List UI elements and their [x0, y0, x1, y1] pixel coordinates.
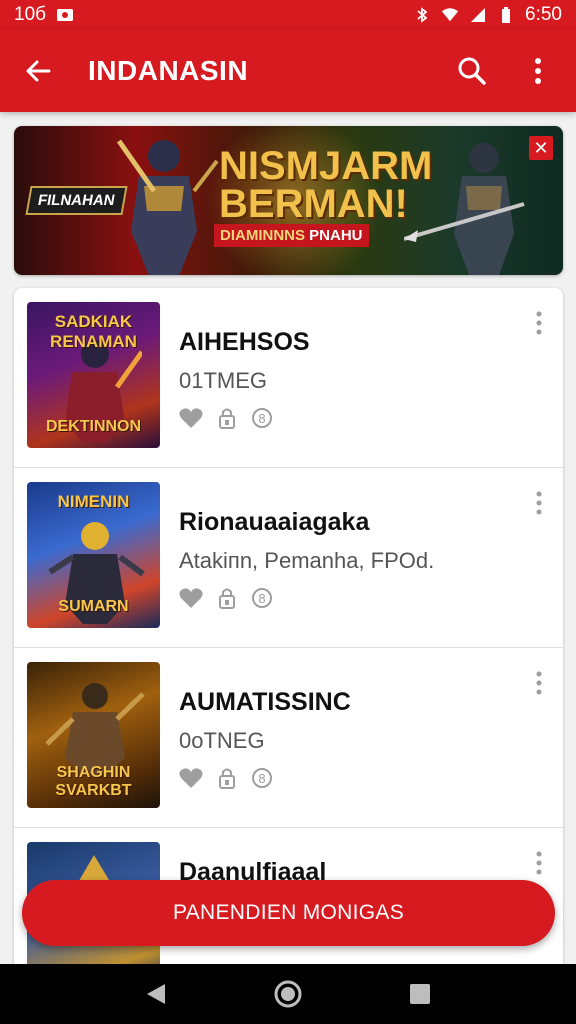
- banner-subtitle-b: PNAHU: [309, 227, 363, 244]
- banner-headline-2: BERMAN!: [219, 182, 408, 226]
- game-thumbnail: SADKIAK RENAMAN DEKTINNON: [27, 302, 160, 448]
- game-title: Rionauaaiagaka: [179, 508, 370, 536]
- thumbnail-title: SADKIAK RENAMAN: [50, 312, 137, 351]
- back-arrow-icon[interactable]: [18, 51, 58, 91]
- more-vert-icon[interactable]: [518, 51, 558, 91]
- game-meta: Atakiпn, Pemanha, FPOd.: [179, 548, 435, 573]
- rating-icon: 8: [250, 766, 274, 795]
- svg-text:8: 8: [258, 771, 265, 786]
- rating-icon: 8: [250, 586, 274, 615]
- more-vert-icon[interactable]: [527, 488, 551, 518]
- page-title: INDANASIN: [88, 55, 249, 86]
- banner-subtitle-a: DIAMINNNS: [220, 227, 305, 244]
- game-title: AUMATISSINC: [179, 688, 351, 716]
- list-item[interactable]: SHAGHIN SVARKBT AUMATISSINC 0oTNEG 8: [14, 648, 563, 828]
- close-icon[interactable]: ✕: [529, 136, 553, 160]
- thumbnail-caption: SHAGHIN SVARKBT: [55, 764, 132, 799]
- promo-banner[interactable]: FILNAHAN NISMJARM BERMAN! DIAMINNNS PNAH…: [14, 126, 563, 275]
- game-thumbnail: NIMENIN SUMARN: [27, 482, 160, 628]
- nav-home-icon[interactable]: [268, 974, 308, 1014]
- nav-recents-icon[interactable]: [400, 974, 440, 1014]
- battery-icon: [497, 7, 515, 23]
- warrior-illustration-left: [116, 139, 219, 275]
- primary-action-button[interactable]: PANENDIEN MONIGAS: [22, 880, 555, 946]
- banner-subtitle: DIAMINNNS PNAHU: [214, 224, 369, 247]
- thumbnail-caption: DEKTINNON: [45, 418, 142, 435]
- status-bar: 10б 6:50: [0, 0, 576, 30]
- banner-tag: FILNAHAN: [25, 186, 128, 215]
- game-meta: 01TMEG: [179, 368, 268, 393]
- signal-icon: [469, 7, 487, 23]
- system-nav-bar: [0, 964, 576, 1024]
- nav-back-icon[interactable]: [136, 974, 176, 1014]
- more-vert-icon[interactable]: [527, 668, 551, 698]
- heart-icon[interactable]: [178, 586, 204, 615]
- thumbnail-title: NIMENIN: [57, 492, 130, 511]
- game-title: AIHEHSOS: [179, 328, 310, 356]
- status-left-text: 10б: [14, 4, 47, 25]
- app-bar: INDANASIN: [0, 30, 576, 112]
- more-vert-icon[interactable]: [527, 848, 551, 878]
- list-item[interactable]: SADKIAK RENAMAN DEKTINNON AIHEHSOS 01TME…: [14, 288, 563, 468]
- lock-icon: [218, 586, 236, 615]
- game-meta: 0oTNEG: [179, 728, 265, 753]
- heart-icon[interactable]: [178, 406, 204, 435]
- photo-icon: [56, 7, 74, 23]
- svg-text:8: 8: [258, 411, 265, 426]
- lock-icon: [218, 766, 236, 795]
- banner-headline-1: NISMJARM: [219, 144, 433, 188]
- lock-icon: [218, 406, 236, 435]
- svg-text:8: 8: [258, 591, 265, 606]
- bluetooth-icon: [413, 7, 431, 23]
- game-thumbnail: SHAGHIN SVARKBT: [27, 662, 160, 808]
- search-icon[interactable]: [452, 51, 492, 91]
- wifi-icon: [441, 7, 459, 23]
- thumbnail-caption: SUMARN: [58, 598, 129, 615]
- status-time: 6:50: [525, 4, 562, 25]
- more-vert-icon[interactable]: [527, 308, 551, 338]
- rating-icon: 8: [250, 406, 274, 435]
- list-item[interactable]: NIMENIN SUMARN Rionauaaiagaka Atakiпn, P…: [14, 468, 563, 648]
- heart-icon[interactable]: [178, 766, 204, 795]
